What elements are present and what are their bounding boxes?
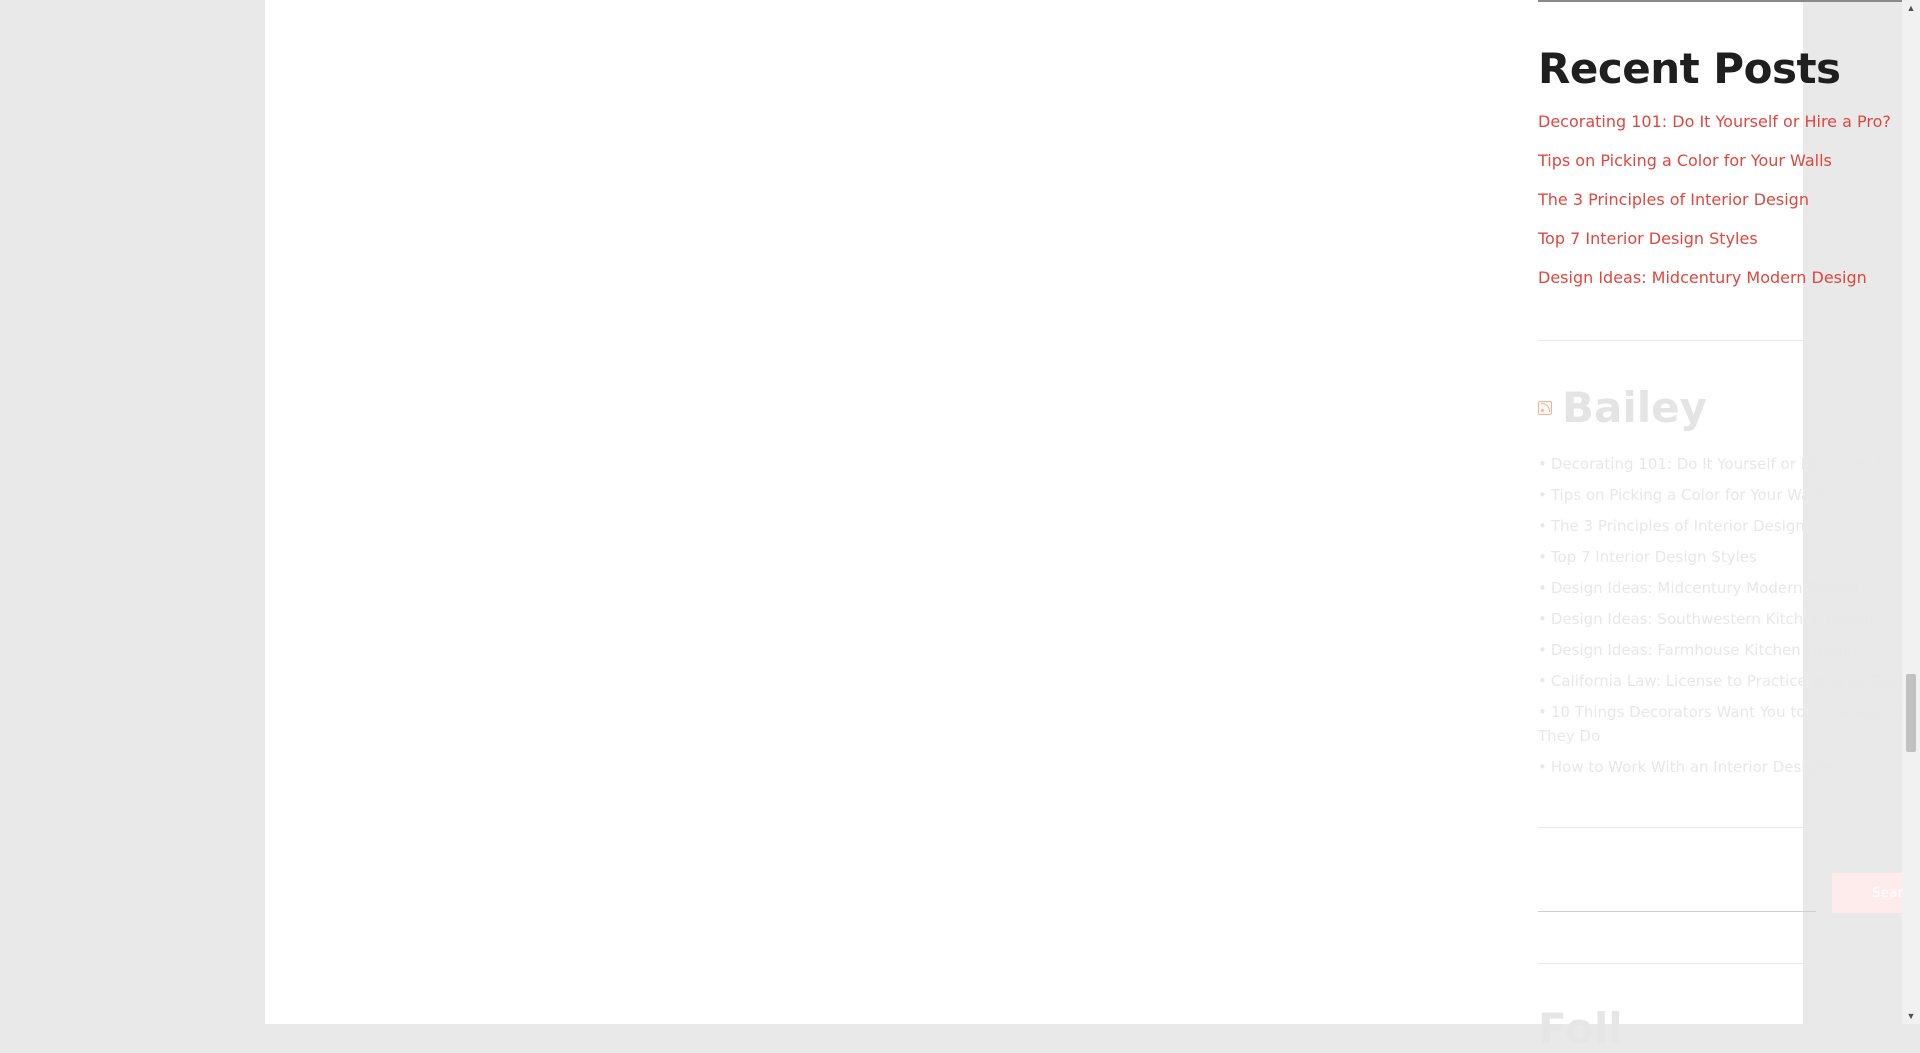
rss-item-link[interactable]: Design Ideas: Midcentury Modern Design (1551, 579, 1859, 597)
rss-item-link[interactable]: Tips on Picking a Color for Your Walls (1551, 486, 1827, 504)
scroll-down-arrow-icon[interactable]: ▼ (1902, 1008, 1920, 1024)
list-item[interactable]: • Design Ideas: Southwestern Kitchen Desi… (1538, 607, 1920, 631)
rss-item-link[interactable]: Top 7 Interior Design Styles (1551, 548, 1757, 566)
list-item[interactable]: • Top 7 Interior Design Styles (1538, 545, 1920, 569)
bullet: • (1538, 517, 1547, 535)
widget-divider (1538, 963, 1920, 964)
list-item[interactable]: • Design Ideas: Farmhouse Kitchen Design (1538, 638, 1920, 662)
bullet: • (1538, 641, 1547, 659)
list-item[interactable]: • Tips on Picking a Color for Your Walls (1538, 483, 1920, 507)
recent-posts-list: Decorating 101: Do It Yourself or Hire a… (1538, 112, 1891, 307)
top-divider (1538, 0, 1920, 2)
list-item: Top 7 Interior Design Styles (1538, 229, 1891, 268)
widget-divider (1538, 340, 1920, 341)
list-item: The 3 Principles of Interior Design (1538, 190, 1891, 229)
rss-widget-title: Bailey (1538, 383, 1707, 432)
scroll-thumb[interactable] (1906, 674, 1916, 752)
rss-item-link[interactable]: Design Ideas: Southwestern Kitchen Desig… (1551, 610, 1879, 628)
rss-item-link[interactable]: 10 Things Decorators Want You to Know Ab… (1538, 703, 1920, 745)
scroll-up-arrow-icon[interactable]: ▲ (1902, 0, 1920, 16)
rss-item-link[interactable]: Design Ideas: Farmhouse Kitchen Design (1551, 641, 1857, 659)
bullet: • (1538, 548, 1547, 566)
recent-post-link[interactable]: The 3 Principles of Interior Design (1538, 190, 1809, 209)
next-widget-title: Foll (1538, 1004, 1623, 1053)
list-item[interactable]: • How to Work With an Interior Designer (1538, 755, 1920, 779)
list-item: Design Ideas: Midcentury Modern Design (1538, 268, 1891, 307)
recent-post-link[interactable]: Design Ideas: Midcentury Modern Design (1538, 268, 1867, 287)
rss-item-link[interactable]: The 3 Principles of Interior Design (1551, 517, 1805, 535)
list-item[interactable]: • California Law: License to Practice Int… (1538, 669, 1920, 693)
widget-divider (1538, 827, 1920, 828)
list-item[interactable]: • 10 Things Decorators Want You to Know A… (1538, 700, 1920, 748)
list-item[interactable]: • Design Ideas: Midcentury Modern Design (1538, 576, 1920, 600)
bullet: • (1538, 579, 1547, 597)
scrollbar[interactable]: ▲ ▼ (1902, 0, 1920, 1024)
bullet: • (1538, 455, 1547, 473)
rss-feed-list: • Decorating 101: Do It Yourself or Hire … (1538, 452, 1920, 786)
list-item[interactable]: • The 3 Principles of Interior Design (1538, 514, 1920, 538)
rss-icon[interactable] (1538, 400, 1552, 415)
bullet: • (1538, 672, 1547, 690)
list-item[interactable]: • Decorating 101: Do It Yourself or Hire … (1538, 452, 1920, 476)
recent-posts-title: Recent Posts (1538, 44, 1841, 93)
rss-item-link[interactable]: How to Work With an Interior Designer (1551, 758, 1840, 776)
rss-item-link[interactable]: California Law: License to Practice Inte… (1551, 672, 1920, 690)
page-content: Recent Posts Decorating 101: Do It Yours… (265, 0, 1920, 1053)
bullet: • (1538, 486, 1547, 504)
rss-feed-name[interactable]: Bailey (1562, 383, 1707, 432)
list-item: Decorating 101: Do It Yourself or Hire a… (1538, 112, 1891, 151)
rss-item-link[interactable]: Decorating 101: Do It Yourself or Hire a… (1551, 455, 1882, 473)
recent-post-link[interactable]: Tips on Picking a Color for Your Walls (1538, 151, 1832, 170)
bullet: • (1538, 758, 1547, 776)
bullet: • (1538, 610, 1547, 628)
recent-post-link[interactable]: Top 7 Interior Design Styles (1538, 229, 1758, 248)
bullet: • (1538, 703, 1547, 721)
recent-post-link[interactable]: Decorating 101: Do It Yourself or Hire a… (1538, 112, 1891, 131)
list-item: Tips on Picking a Color for Your Walls (1538, 151, 1891, 190)
search-input[interactable] (1538, 872, 1816, 912)
